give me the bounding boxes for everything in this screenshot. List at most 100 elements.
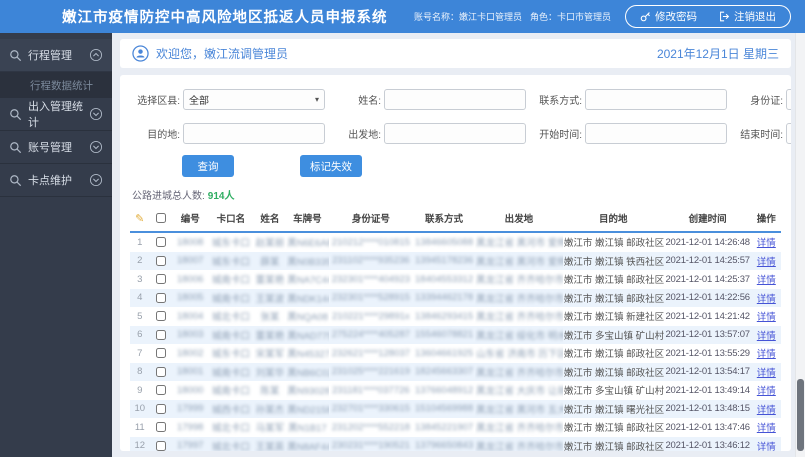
row-checkbox[interactable] (155, 292, 166, 303)
logout-button[interactable]: 注销退出 (719, 9, 776, 24)
query-button[interactable]: 查询 (182, 155, 234, 177)
sidebar-item-trip-management[interactable]: 行程管理 (0, 39, 112, 72)
row-checkbox[interactable] (155, 422, 166, 433)
record-id: 18006 (176, 273, 204, 285)
district-select[interactable]: 全部 ▾ (183, 89, 325, 110)
column-header-actions: 操作 (751, 207, 781, 233)
plate-number: 黑N1B17 (288, 423, 327, 435)
created-time: 2021-12-01 14:25:57 (665, 255, 750, 267)
row-checkbox[interactable] (155, 403, 166, 414)
destination: 嫩江市 嫩江镇 邮政社区 (563, 293, 664, 305)
start-time-input-group: 开始时间: (534, 123, 727, 144)
id-card: 210221****29891x (332, 310, 410, 322)
destination-input[interactable] (183, 123, 325, 144)
plate-number: 黑N93028 (287, 386, 329, 398)
row-checkbox[interactable] (155, 255, 166, 266)
row-index: 11 (134, 421, 145, 433)
row-checkbox[interactable] (155, 311, 166, 322)
detail-link[interactable]: 详情 (757, 442, 776, 451)
detail-link[interactable]: 详情 (757, 238, 776, 249)
sidebar-item-label: 卡点维护 (28, 175, 72, 187)
contact-input[interactable] (585, 89, 727, 110)
row-checkbox[interactable] (155, 385, 166, 396)
select-all-checkbox[interactable] (155, 212, 166, 223)
change-password-label: 修改密码 (655, 11, 697, 23)
origin: 黑龙江省 绥化市 明水县 (475, 330, 563, 342)
filter-grid: 选择区县:全部▾姓名:联系方式:身份证:车牌号:外地人员:全部▾目的地:出发地:… (132, 89, 791, 144)
change-password-button[interactable]: 修改密码 (640, 9, 697, 24)
column-header-record-id: 编号 (172, 207, 209, 233)
person-name: 薛某 (260, 256, 280, 268)
row-index: 1 (137, 236, 143, 248)
chevron-up-icon (89, 48, 103, 62)
row-index: 3 (137, 273, 143, 285)
table-row: 6 18003 城南卡口 董某艳 黑NAD775 275224****405287 1554… (130, 325, 781, 344)
destination: 嫩江市 嫩江镇 邮政社区 (563, 275, 664, 287)
idcard-input[interactable] (786, 89, 791, 110)
table-row: 2 18007 城东卡口 薛某 黑N0B335 231102****935236 13945… (130, 251, 781, 270)
phone: 13846605088 (415, 236, 474, 248)
detail-link[interactable]: 详情 (757, 275, 776, 286)
table-body: 1 18008 城东卡口 赵某丽 黑N6E6A8 210212****010815 1384… (130, 232, 781, 451)
id-card: 231102****935236 (332, 255, 410, 267)
scrollbar-thumb[interactable] (797, 379, 804, 451)
name-input[interactable] (384, 89, 526, 110)
id-card: 232301****528915 (331, 292, 410, 304)
row-index: 5 (137, 310, 143, 322)
page-scrollbar[interactable] (795, 33, 805, 457)
end-time-input[interactable] (786, 123, 791, 144)
table-row: 1 18008 城东卡口 赵某丽 黑N6E6A8 210212****010815 1384… (130, 232, 781, 252)
origin-input-label: 出发地: (348, 130, 381, 141)
person-name: 董某艳 (255, 330, 285, 342)
mark-invalid-button[interactable]: 标记失效 (300, 155, 362, 177)
name-input-label: 姓名: (358, 96, 381, 107)
row-checkbox[interactable] (155, 348, 166, 359)
id-card: 275224****405287 (331, 329, 410, 341)
checkpoint-name: 城南卡口 (211, 367, 250, 379)
id-card: 230231****190521 (331, 440, 410, 451)
detail-link[interactable]: 详情 (757, 294, 776, 305)
logout-label: 注销退出 (734, 11, 776, 23)
detail-link[interactable]: 详情 (757, 257, 776, 268)
created-time: 2021-12-01 14:22:56 (665, 292, 750, 304)
destination: 嫩江市 多宝山镇 矿山村 (563, 386, 664, 398)
district-select-value: 全部 (189, 96, 209, 107)
detail-link[interactable]: 详情 (757, 405, 776, 416)
sidebar-item-account-management[interactable]: 账号管理 (0, 131, 112, 164)
detail-link[interactable]: 详情 (757, 331, 776, 342)
sidebar-item-checkpoint-maintenance[interactable]: 卡点维护 (0, 164, 112, 197)
detail-link[interactable]: 详情 (757, 312, 776, 323)
app-header: 嫩江市疫情防控中高风险地区抵返人员申报系统 账号名称：嫩江卡口管理员 角色：卡口… (0, 0, 805, 33)
sidebar-item-label: 出入管理统计 (28, 101, 83, 129)
row-checkbox[interactable] (155, 237, 166, 248)
row-checkbox[interactable] (155, 440, 166, 451)
row-checkbox[interactable] (155, 274, 166, 285)
phone: 13945178236 (415, 255, 474, 267)
row-checkbox[interactable] (155, 329, 166, 340)
person-name: 王某波 (255, 293, 285, 305)
sidebar-item-entry-exit-stats[interactable]: 出入管理统计 (0, 98, 112, 131)
row-index: 10 (134, 403, 146, 415)
row-index: 8 (137, 366, 143, 378)
detail-link[interactable]: 详情 (757, 368, 776, 379)
id-card: 232621****128037 (331, 347, 410, 359)
sidebar-item-trip-data-stats[interactable]: 行程数据统计 (0, 72, 112, 98)
person-name: 董某艳 (255, 275, 285, 287)
content-card: 选择区县:全部▾姓名:联系方式:身份证:车牌号:外地人员:全部▾目的地:出发地:… (120, 75, 791, 451)
start-time-input-label: 开始时间: (539, 130, 582, 141)
detail-link[interactable]: 详情 (757, 349, 776, 360)
record-id: 18003 (176, 329, 204, 341)
start-time-input[interactable] (585, 123, 727, 144)
destination: 嫩江市 多宝山镇 矿山村 (563, 330, 664, 342)
origin-input[interactable] (384, 123, 526, 144)
row-checkbox[interactable] (155, 366, 166, 377)
id-card: 232301****404923 (331, 273, 410, 285)
sidebar: 行程管理 行程数据统计 出入管理统计 账号管理卡点维护 (0, 33, 112, 457)
phone: 18404553312 (415, 273, 474, 285)
created-time: 2021-12-01 13:47:46 (665, 421, 750, 433)
phone: 15546078821 (415, 329, 474, 341)
detail-link[interactable]: 详情 (757, 386, 776, 397)
detail-link[interactable]: 详情 (757, 423, 776, 434)
contact-input-label: 联系方式: (539, 96, 582, 107)
account-role-label: 角色：卡口市管理员 (529, 12, 611, 22)
